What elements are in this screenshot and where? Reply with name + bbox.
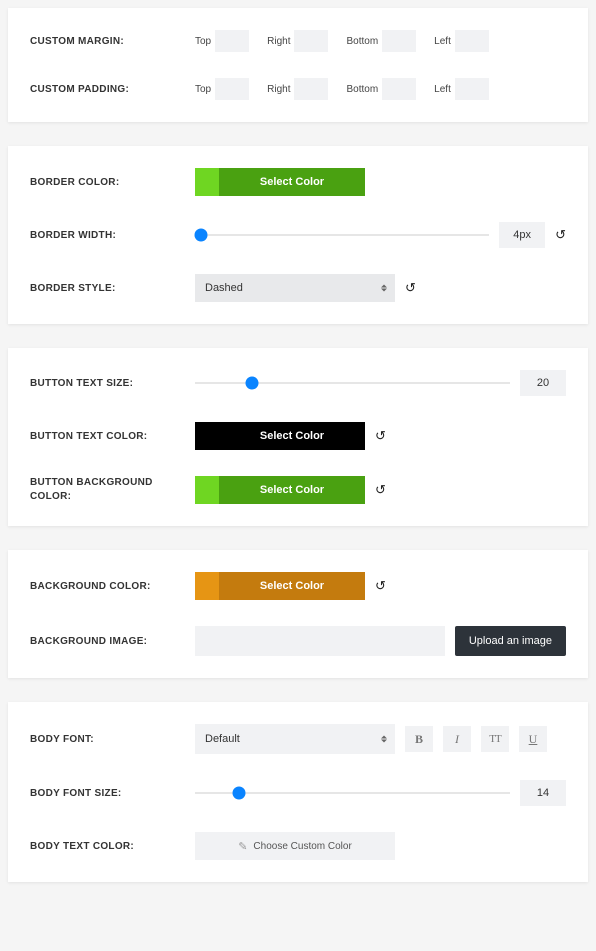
- button-panel: BUTTON TEXT SIZE: 20 BUTTON TEXT COLOR: …: [8, 348, 588, 526]
- custom-padding-row: CUSTOM PADDING: Top Right Bottom Left: [30, 78, 566, 100]
- padding-bottom-input[interactable]: [382, 78, 416, 100]
- choose-custom-color-label: Choose Custom Color: [253, 841, 351, 852]
- background-color-label: BACKGROUND COLOR:: [30, 581, 195, 592]
- margin-bottom-input[interactable]: [382, 30, 416, 52]
- padding-top-label: Top: [195, 84, 211, 95]
- body-font-value: Default: [205, 733, 240, 745]
- body-text-color-row: BODY TEXT COLOR: ✎ Choose Custom Color: [30, 832, 566, 860]
- reset-icon[interactable]: ↺: [555, 227, 566, 243]
- border-color-swatch: [195, 168, 219, 196]
- background-color-swatch: [195, 572, 219, 600]
- slider-thumb[interactable]: [233, 787, 246, 800]
- border-panel: BORDER COLOR: Select Color BORDER WIDTH:…: [8, 146, 588, 324]
- body-font-size-label: BODY FONT SIZE:: [30, 788, 195, 799]
- background-image-field[interactable]: [195, 626, 445, 656]
- border-style-row: BORDER STYLE: Dashed ↺: [30, 274, 566, 302]
- border-style-value: Dashed: [205, 282, 243, 294]
- border-width-value[interactable]: 4px: [499, 222, 545, 248]
- background-color-row: BACKGROUND COLOR: Select Color ↺: [30, 572, 566, 600]
- button-text-color-button[interactable]: Select Color: [195, 422, 365, 450]
- background-color-button-label: Select Color: [219, 572, 365, 600]
- padding-right-label: Right: [267, 84, 290, 95]
- bold-button[interactable]: B: [405, 726, 433, 752]
- select-caret-icon: [381, 285, 387, 292]
- button-text-color-label: BUTTON TEXT COLOR:: [30, 431, 195, 442]
- button-bg-color-swatch: [195, 476, 219, 504]
- background-image-row: BACKGROUND IMAGE: Upload an image: [30, 626, 566, 656]
- margin-controls: Top Right Bottom Left: [195, 30, 566, 52]
- border-style-label: BORDER STYLE:: [30, 283, 195, 294]
- border-color-button-label: Select Color: [219, 168, 365, 196]
- padding-controls: Top Right Bottom Left: [195, 78, 566, 100]
- body-font-size-slider[interactable]: [195, 792, 510, 794]
- border-color-row: BORDER COLOR: Select Color: [30, 168, 566, 196]
- reset-icon[interactable]: ↺: [375, 578, 386, 594]
- choose-custom-color-button[interactable]: ✎ Choose Custom Color: [195, 832, 395, 860]
- italic-button[interactable]: I: [443, 726, 471, 752]
- button-bg-color-button[interactable]: Select Color: [195, 476, 365, 504]
- eyedropper-icon: ✎: [238, 840, 247, 853]
- margin-right-label: Right: [267, 36, 290, 47]
- upload-image-button[interactable]: Upload an image: [455, 626, 566, 656]
- reset-icon[interactable]: ↺: [375, 428, 386, 444]
- spacing-panel: CUSTOM MARGIN: Top Right Bottom Left CUS…: [8, 8, 588, 122]
- reset-icon[interactable]: ↺: [375, 482, 386, 498]
- slider-thumb[interactable]: [245, 377, 258, 390]
- border-width-row: BORDER WIDTH: 4px ↺: [30, 222, 566, 248]
- background-image-label: BACKGROUND IMAGE:: [30, 636, 195, 647]
- button-text-size-slider[interactable]: [195, 382, 510, 384]
- padding-left-label: Left: [434, 84, 451, 95]
- margin-bottom-label: Bottom: [346, 36, 378, 47]
- button-text-color-button-label: Select Color: [219, 422, 365, 450]
- button-text-color-swatch: [195, 422, 219, 450]
- custom-padding-label: CUSTOM PADDING:: [30, 84, 195, 95]
- underline-button[interactable]: U: [519, 726, 547, 752]
- button-bg-color-row: BUTTON BACKGROUND COLOR: Select Color ↺: [30, 476, 566, 504]
- padding-right-input[interactable]: [294, 78, 328, 100]
- custom-margin-row: CUSTOM MARGIN: Top Right Bottom Left: [30, 30, 566, 52]
- border-style-select[interactable]: Dashed: [195, 274, 395, 302]
- margin-right-input[interactable]: [294, 30, 328, 52]
- body-font-row: BODY FONT: Default B I TT U: [30, 724, 566, 754]
- button-bg-color-label: BUTTON BACKGROUND COLOR:: [30, 476, 195, 504]
- slider-thumb[interactable]: [194, 229, 207, 242]
- button-bg-color-button-label: Select Color: [219, 476, 365, 504]
- border-width-label: BORDER WIDTH:: [30, 230, 195, 241]
- padding-top-input[interactable]: [215, 78, 249, 100]
- button-text-color-row: BUTTON TEXT COLOR: Select Color ↺: [30, 422, 566, 450]
- button-text-size-value[interactable]: 20: [520, 370, 566, 396]
- margin-top-label: Top: [195, 36, 211, 47]
- margin-left-input[interactable]: [455, 30, 489, 52]
- reset-icon[interactable]: ↺: [405, 280, 416, 296]
- smallcaps-button[interactable]: TT: [481, 726, 509, 752]
- body-text-color-label: BODY TEXT COLOR:: [30, 841, 195, 852]
- border-color-button[interactable]: Select Color: [195, 168, 365, 196]
- body-font-label: BODY FONT:: [30, 734, 195, 745]
- background-panel: BACKGROUND COLOR: Select Color ↺ BACKGRO…: [8, 550, 588, 678]
- padding-bottom-label: Bottom: [346, 84, 378, 95]
- select-caret-icon: [381, 736, 387, 743]
- body-font-select[interactable]: Default: [195, 724, 395, 754]
- body-panel: BODY FONT: Default B I TT U BODY FONT SI…: [8, 702, 588, 882]
- body-font-size-value[interactable]: 14: [520, 780, 566, 806]
- margin-left-label: Left: [434, 36, 451, 47]
- custom-margin-label: CUSTOM MARGIN:: [30, 36, 195, 47]
- margin-top-input[interactable]: [215, 30, 249, 52]
- padding-left-input[interactable]: [455, 78, 489, 100]
- button-text-size-label: BUTTON TEXT SIZE:: [30, 378, 195, 389]
- background-color-button[interactable]: Select Color: [195, 572, 365, 600]
- border-color-label: BORDER COLOR:: [30, 177, 195, 188]
- border-width-slider[interactable]: [195, 234, 489, 236]
- body-font-size-row: BODY FONT SIZE: 14: [30, 780, 566, 806]
- button-text-size-row: BUTTON TEXT SIZE: 20: [30, 370, 566, 396]
